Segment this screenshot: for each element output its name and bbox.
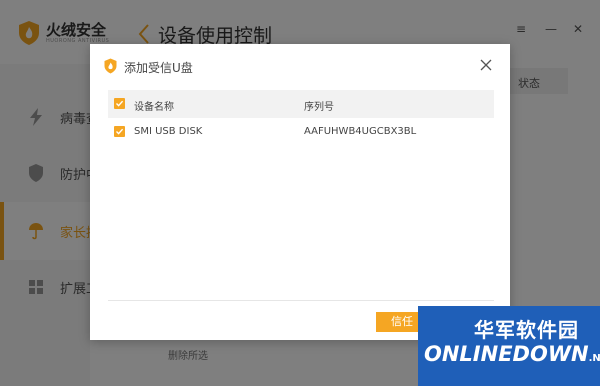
row-checkbox[interactable] bbox=[114, 126, 125, 137]
dialog-header: 添加受信U盘 bbox=[90, 44, 510, 88]
select-all-checkbox[interactable] bbox=[114, 98, 125, 109]
checkmark-icon bbox=[116, 128, 124, 135]
onlinedown-watermark: 华军软件园 ONLINEDOWN.NET bbox=[418, 306, 600, 386]
table-header: 设备名称 序列号 bbox=[108, 90, 494, 118]
usb-device-table: 设备名称 序列号 SMI USB DISK AAFUHWB4UGCBX3BL bbox=[108, 90, 494, 146]
column-header-serial: 序列号 bbox=[304, 102, 334, 113]
checkmark-icon bbox=[116, 100, 124, 107]
dialog-divider bbox=[108, 300, 494, 301]
watermark-en-text: ONLINEDOWN.NET bbox=[424, 342, 600, 366]
column-header-device-name: 设备名称 bbox=[134, 102, 174, 113]
close-icon[interactable] bbox=[480, 59, 492, 71]
watermark-en-word: ONLINEDOWN bbox=[424, 342, 589, 366]
device-name: SMI USB DISK bbox=[134, 126, 203, 137]
watermark-net-text: .NET bbox=[588, 353, 600, 364]
device-serial: AAFUHWB4UGCBX3BL bbox=[304, 126, 417, 137]
watermark-cn-text: 华军软件园 bbox=[474, 318, 579, 342]
dialog-title: 添加受信U盘 bbox=[124, 61, 193, 75]
huorong-shield-icon bbox=[104, 58, 117, 74]
table-row[interactable]: SMI USB DISK AAFUHWB4UGCBX3BL bbox=[108, 118, 494, 146]
add-trusted-usb-dialog: 添加受信U盘 设备名称 序列号 SMI USB DISK AAFUHWB4UGC… bbox=[90, 44, 510, 340]
